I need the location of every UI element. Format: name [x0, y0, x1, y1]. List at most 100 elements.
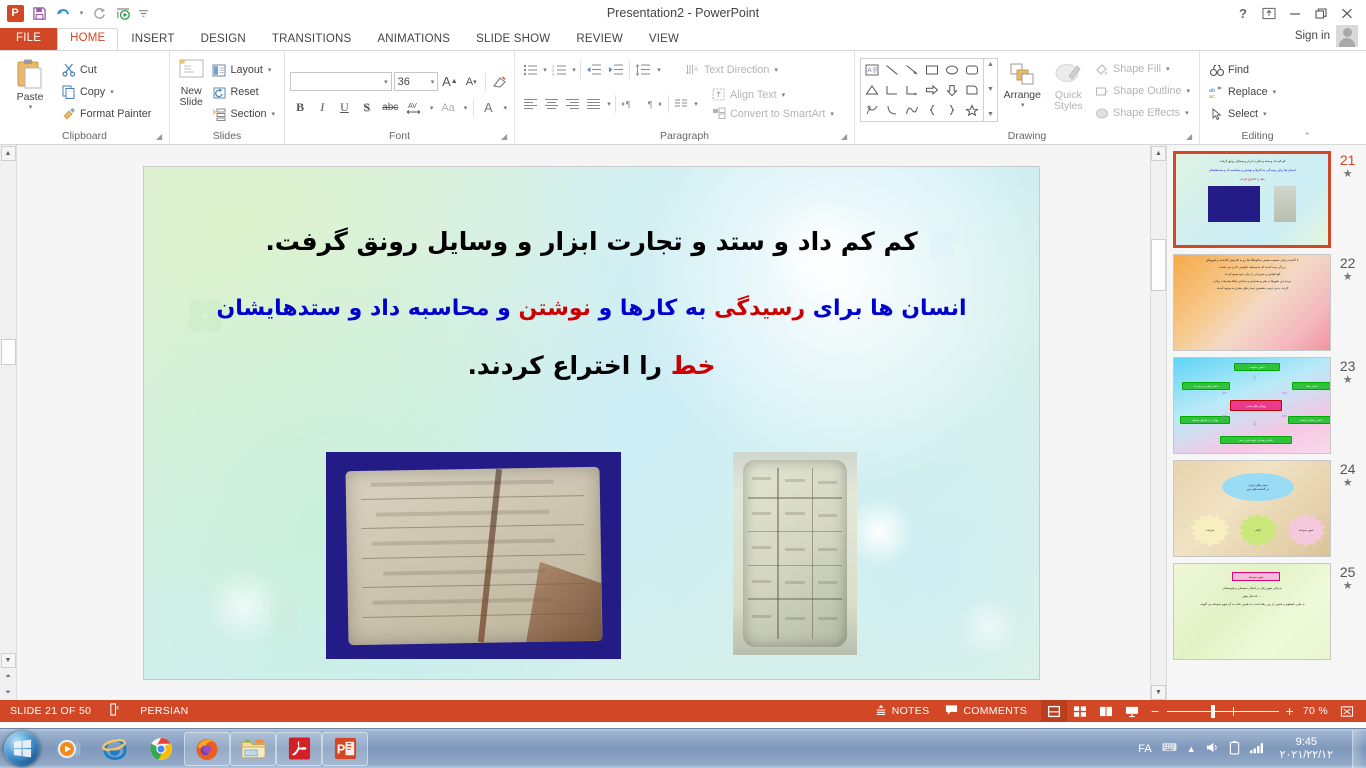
- shape-effects-button[interactable]: Shape Effects ▾: [1090, 102, 1194, 124]
- change-case-button[interactable]: Aa: [438, 97, 459, 118]
- rectangle-shape-icon[interactable]: [922, 60, 942, 80]
- font-name-combo[interactable]: ▾: [290, 72, 392, 91]
- left-brace-shape-icon[interactable]: [922, 100, 942, 120]
- view-slide-sorter-button[interactable]: [1067, 700, 1093, 722]
- underline-button[interactable]: U: [334, 97, 354, 118]
- thumbnail-23[interactable]: داشتن حکومت داشتن خط داشتن قوانین و مقرر…: [1173, 357, 1331, 454]
- text-direction-dropdown-icon[interactable]: ▾: [774, 66, 778, 74]
- tab-review[interactable]: REVIEW: [563, 30, 636, 51]
- customize-qat-icon[interactable]: [136, 2, 150, 24]
- zoom-knob[interactable]: [1211, 705, 1215, 718]
- reset-button[interactable]: Reset: [207, 81, 279, 103]
- shape-outline-button[interactable]: Shape Outline ▾: [1090, 80, 1194, 102]
- shapes-more-icon[interactable]: ▼: [984, 110, 997, 120]
- shape-effects-dropdown-icon[interactable]: ▾: [1185, 109, 1189, 117]
- slide-line-2[interactable]: انسان ها برای رسیدگی به کارها و نوشتن و …: [144, 296, 1039, 321]
- copy-dropdown-icon[interactable]: ▾: [110, 88, 114, 96]
- section-button[interactable]: Section ▾: [207, 103, 279, 125]
- arrange-dropdown-icon[interactable]: ▾: [1021, 101, 1025, 109]
- right-brace-shape-icon[interactable]: [942, 100, 962, 120]
- cut-button[interactable]: Cut: [57, 59, 155, 81]
- line-spacing-icon[interactable]: [632, 60, 654, 81]
- elbow-connector-icon[interactable]: [882, 80, 902, 100]
- network-icon[interactable]: [1249, 741, 1265, 757]
- windows-media-player-icon[interactable]: [46, 732, 92, 766]
- thumbnail-24[interactable]: تمدن های ایران در گذشته های دور جیرفت ای…: [1173, 460, 1331, 557]
- shapes-gallery[interactable]: A: [860, 58, 984, 122]
- new-slide-button[interactable]: New Slide: [175, 54, 207, 130]
- thumbnail-entry-22[interactable]: با گذشت زمان جمعیت بعضی سکونتگاه ها رو ب…: [1167, 248, 1366, 351]
- view-slideshow-button[interactable]: [1119, 700, 1145, 722]
- previous-slide-icon[interactable]: ⏶: [1, 669, 16, 684]
- next-slide-icon[interactable]: ⏷: [1, 685, 16, 700]
- rtl-paragraph-icon[interactable]: ¶: [642, 94, 666, 115]
- spellcheck-icon[interactable]: x: [109, 703, 122, 719]
- shapes-gallery-scroll[interactable]: ▲ ▼ ▼: [984, 58, 998, 122]
- view-normal-button[interactable]: [1041, 700, 1067, 722]
- animation-star-icon-22[interactable]: ★: [1337, 271, 1358, 283]
- image-clay-tablet-1[interactable]: [326, 452, 621, 659]
- italic-button[interactable]: I: [312, 97, 332, 118]
- grow-font-icon[interactable]: A▲: [440, 71, 459, 92]
- undo-icon[interactable]: [52, 2, 74, 24]
- elbow-arrow-connector-icon[interactable]: [902, 80, 922, 100]
- animation-star-icon-24[interactable]: ★: [1337, 477, 1358, 489]
- slide-text-body[interactable]: کم کم داد و ستد و تجارت ابزار و وسایل رو…: [144, 227, 1039, 380]
- help-icon[interactable]: ?: [1230, 2, 1256, 24]
- show-desktop-button[interactable]: [1352, 730, 1362, 768]
- numbering-icon[interactable]: 123: [549, 60, 569, 81]
- find-button[interactable]: Find: [1205, 59, 1310, 81]
- scroll-down-icon[interactable]: ▼: [1, 653, 16, 668]
- redo-icon[interactable]: [88, 2, 110, 24]
- save-icon[interactable]: [28, 2, 50, 24]
- triangle-shape-icon[interactable]: [862, 80, 882, 100]
- avatar[interactable]: [1336, 25, 1358, 47]
- numbering-dropdown-icon[interactable]: ▾: [569, 60, 578, 81]
- select-dropdown-icon[interactable]: ▾: [1263, 110, 1267, 118]
- tab-home[interactable]: HOME: [57, 28, 118, 51]
- shapes-scroll-up-icon[interactable]: ▲: [984, 60, 997, 70]
- smartart-dropdown-icon[interactable]: ▾: [830, 110, 834, 118]
- thumbnail-entry-21[interactable]: کم کم داد و ستد و تجارت ابزار و وسایل رو…: [1167, 145, 1366, 248]
- slide-pane-scrollbar[interactable]: ▲ ▼: [1150, 145, 1166, 700]
- thumbnail-entry-25[interactable]: شهر سوخته نزدیکی شهر زابل در استان سیستا…: [1167, 557, 1366, 660]
- align-right-icon[interactable]: [562, 94, 583, 115]
- text-shadow-button[interactable]: S: [357, 97, 377, 118]
- format-painter-button[interactable]: Format Painter: [57, 103, 155, 125]
- ribbon-display-options-icon[interactable]: [1256, 2, 1282, 24]
- thumbnail-25[interactable]: شهر سوخته نزدیکی شهر زابل در استان سیستا…: [1173, 563, 1331, 660]
- oval-shape-icon[interactable]: [942, 60, 962, 80]
- shape-outline-dropdown-icon[interactable]: ▾: [1186, 87, 1190, 95]
- arc-shape-icon[interactable]: [902, 100, 922, 120]
- sign-in-area[interactable]: Sign in: [1295, 25, 1366, 50]
- volume-icon[interactable]: [1205, 741, 1220, 757]
- internet-explorer-icon[interactable]: [92, 732, 138, 766]
- bold-button[interactable]: B: [290, 97, 310, 118]
- align-text-button[interactable]: Align Text ▾: [707, 85, 838, 104]
- file-explorer-icon[interactable]: [230, 732, 276, 766]
- ltr-paragraph-icon[interactable]: ¶: [618, 94, 642, 115]
- font-color-button[interactable]: A: [478, 97, 498, 118]
- zoom-track[interactable]: [1167, 711, 1279, 712]
- shape-fill-button[interactable]: Shape Fill ▾: [1090, 58, 1194, 80]
- bullets-dropdown-icon[interactable]: ▾: [540, 60, 549, 81]
- font-color-dropdown-icon[interactable]: ▾: [500, 97, 509, 118]
- fit-to-window-button[interactable]: [1334, 700, 1360, 722]
- comments-button[interactable]: COMMENTS: [937, 700, 1035, 722]
- drawing-dialog-launcher-icon[interactable]: ◢: [1186, 132, 1195, 141]
- slide-canvas[interactable]: کم کم داد و ستد و تجارت ابزار و وسایل رو…: [144, 167, 1039, 679]
- clock[interactable]: 9:45 ۲۰۲۱/۲۲/۱۲: [1274, 736, 1339, 762]
- slide-line-3[interactable]: خط را اختراع کردند.: [144, 351, 1039, 380]
- quick-styles-button[interactable]: Quick Styles: [1047, 58, 1090, 112]
- text-direction-button[interactable]: A Text Direction ▾: [681, 59, 782, 81]
- slide-scroll-thumb[interactable]: [1151, 239, 1166, 291]
- scribble-shape-icon[interactable]: [862, 100, 882, 120]
- layout-button[interactable]: Layout ▾: [207, 59, 279, 81]
- adobe-reader-icon[interactable]: [276, 732, 322, 766]
- view-reading-button[interactable]: [1093, 700, 1119, 722]
- replace-dropdown-icon[interactable]: ▾: [1273, 88, 1277, 96]
- down-arrow-shape-icon[interactable]: [942, 80, 962, 100]
- copy-button[interactable]: Copy ▾: [57, 81, 155, 103]
- line-spacing-dropdown-icon[interactable]: ▾: [654, 60, 663, 81]
- slide-editing-pane[interactable]: کم کم داد و ستد و تجارت ابزار و وسایل رو…: [17, 145, 1166, 700]
